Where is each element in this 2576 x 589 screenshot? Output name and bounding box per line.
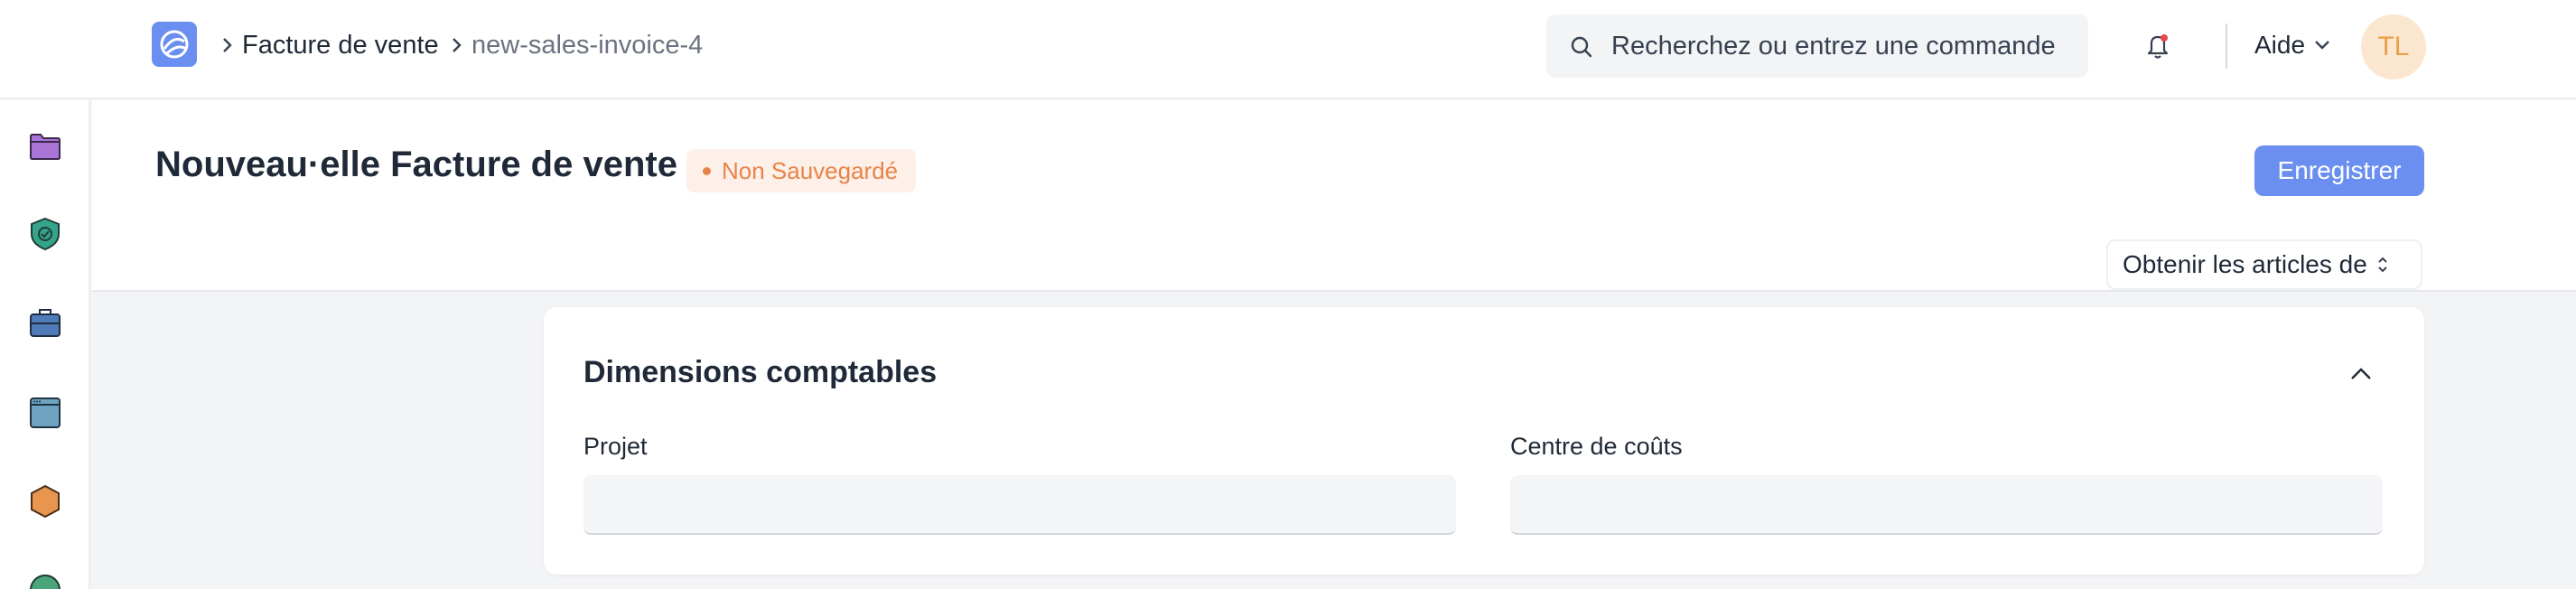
search-icon	[1571, 36, 1592, 58]
get-items-label: Obtenir les articles de	[2123, 250, 2367, 278]
chevron-up-icon[interactable]	[2348, 361, 2374, 387]
chevron-right-icon	[448, 27, 466, 63]
status-dot-icon	[703, 166, 711, 175]
status-badge: Non Sauvegardé	[686, 149, 917, 192]
sidebar	[0, 100, 90, 589]
shield-check-icon[interactable]	[27, 216, 63, 252]
chevron-up-down-icon	[2378, 257, 2387, 273]
help-dropdown[interactable]: Aide	[2254, 27, 2330, 63]
help-label: Aide	[2254, 31, 2306, 59]
briefcase-icon[interactable]	[27, 304, 63, 341]
search-input[interactable]: Recherchez ou entrez une commande	[1611, 28, 2056, 64]
section-title: Dimensions comptables	[583, 355, 938, 389]
breadcrumb-sales-invoice[interactable]: Facture de vente	[242, 27, 439, 63]
user-avatar[interactable]: TL	[2361, 14, 2426, 79]
top-navbar: Facture de vente new-sales-invoice-4 Rec…	[0, 0, 2576, 99]
hexagon-icon[interactable]	[27, 483, 63, 519]
project-input[interactable]	[583, 475, 1456, 535]
circle-icon[interactable]	[27, 572, 63, 589]
search-bar[interactable]: Recherchez ou entrez une commande	[1546, 14, 2088, 78]
app-logo-icon[interactable]	[152, 22, 197, 67]
window-icon[interactable]	[27, 395, 63, 431]
project-label: Projet	[583, 433, 648, 460]
breadcrumb-current-doc[interactable]: new-sales-invoice-4	[471, 27, 703, 63]
folder-icon[interactable]	[27, 127, 63, 164]
page-title: Nouveau·elle Facture de vente	[155, 145, 677, 184]
cost-center-input[interactable]	[1510, 475, 2383, 535]
page-header: Nouveau·elle Facture de vente Non Sauveg…	[92, 100, 2576, 292]
status-text: Non Sauvegardé	[722, 156, 899, 184]
notification-bell-icon[interactable]	[2144, 31, 2171, 60]
get-items-dropdown[interactable]: Obtenir les articles de	[2106, 239, 2422, 290]
chevron-right-icon	[219, 27, 237, 63]
save-button[interactable]: Enregistrer	[2254, 145, 2424, 196]
chevron-down-icon	[2315, 41, 2329, 50]
navbar-divider	[2226, 23, 2227, 69]
accounting-dimensions-section: Dimensions comptables Projet Centre de c…	[544, 307, 2424, 575]
cost-center-label: Centre de coûts	[1510, 433, 1683, 460]
